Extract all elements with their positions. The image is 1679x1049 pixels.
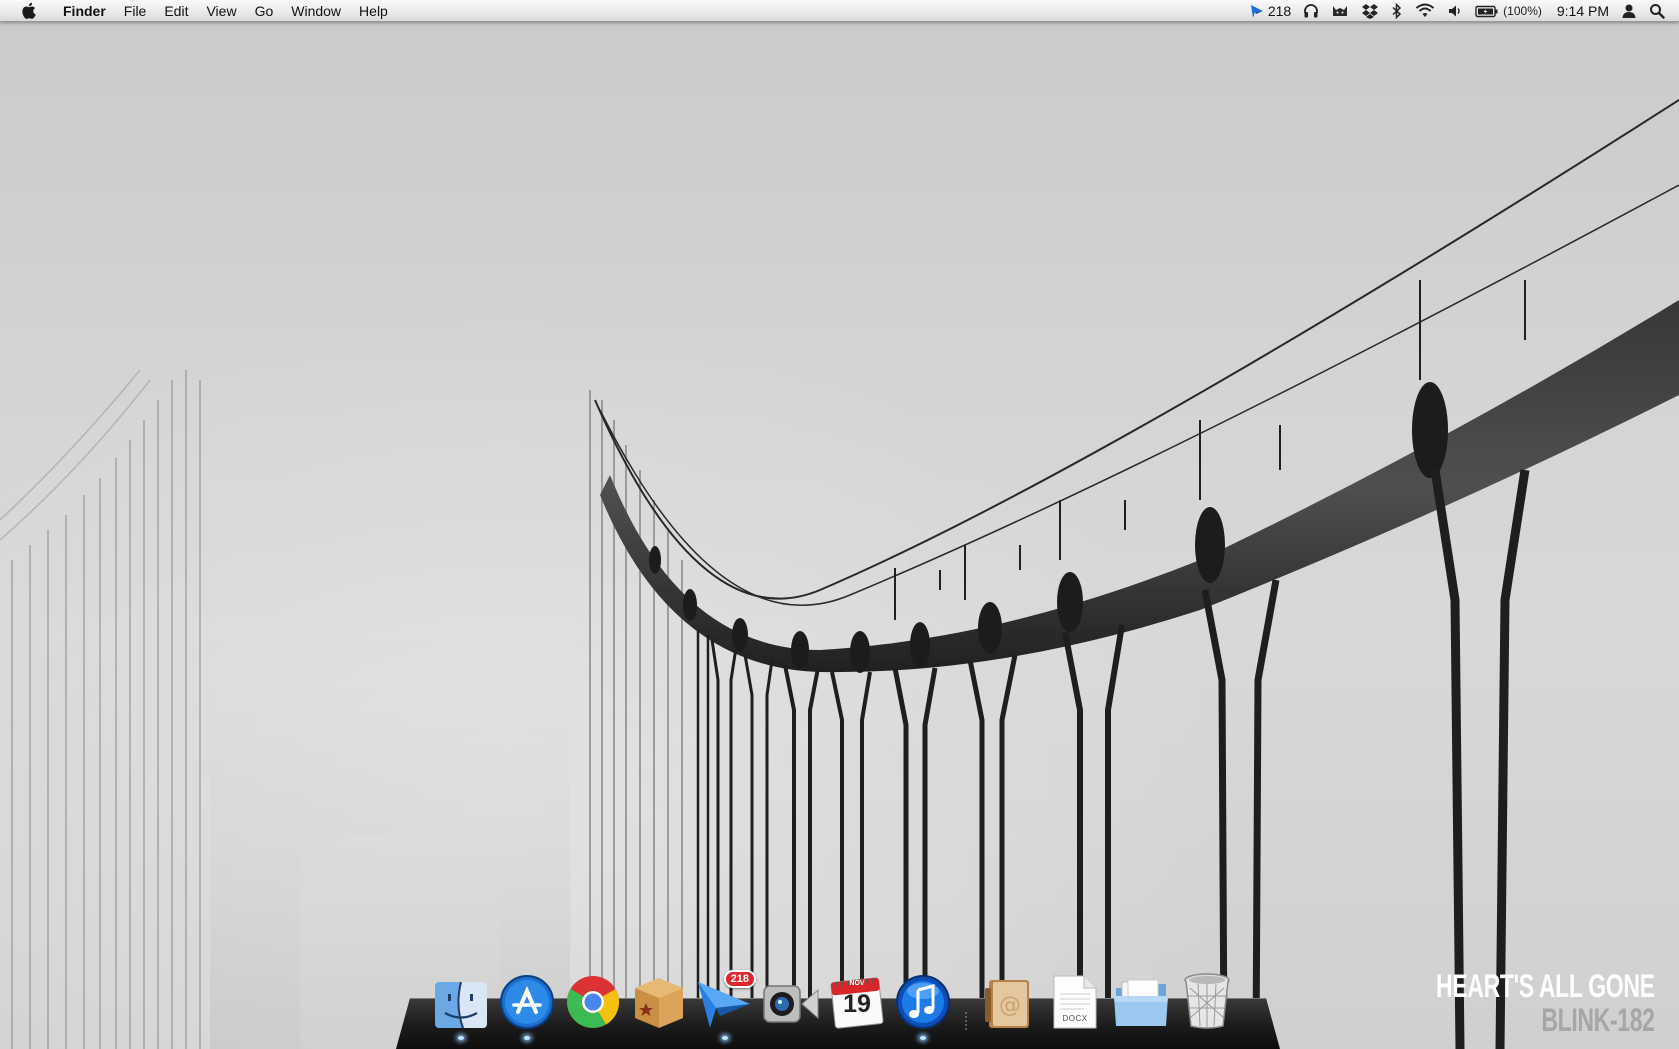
headphones-icon: [1304, 4, 1319, 18]
menu-bar: Finder File Edit View Go Window Help 218: [0, 0, 1679, 22]
foggy-bridge-photo: [0, 0, 1679, 1049]
app-store-icon: [500, 975, 554, 1029]
cat-icon: [1333, 6, 1348, 16]
address-book-icon: @: [985, 980, 1029, 1028]
dock-item-address-book[interactable]: @: [980, 970, 1038, 1030]
wifi-status-item[interactable]: [1409, 0, 1441, 22]
dock-item-finder[interactable]: [432, 970, 490, 1040]
headphones-status-item[interactable]: [1297, 0, 1325, 22]
spotlight-icon: [1650, 4, 1665, 19]
calendar-month: NOV: [849, 980, 865, 987]
dock-item-facetime[interactable]: [762, 970, 820, 1030]
clock-status-item[interactable]: 9:14 PM: [1548, 0, 1615, 22]
calendar-day: 19: [843, 990, 871, 1018]
menu-help[interactable]: Help: [350, 0, 397, 22]
trash-icon: [1184, 973, 1230, 1029]
menu-app-name[interactable]: Finder: [54, 0, 115, 22]
itunes-running-indicator: [920, 1036, 926, 1040]
dock-item-app-store[interactable]: [498, 970, 556, 1040]
battery-icon: [1475, 5, 1498, 18]
bluetooth-icon: [1392, 3, 1402, 19]
sparrow-running-indicator: [722, 1036, 728, 1040]
dock-item-itunes[interactable]: [894, 970, 952, 1040]
mail-count: 218: [1267, 3, 1292, 19]
desktop-wallpaper: [0, 0, 1679, 1049]
sparrow-unread-badge: 218: [723, 970, 756, 988]
clock: 9:14 PM: [1556, 3, 1609, 19]
dock-item-sparrow[interactable]: 218: [696, 970, 756, 1040]
facetime-icon: [763, 985, 819, 1023]
finder-icon: [435, 981, 487, 1029]
app-store-running-indicator: [524, 1036, 530, 1040]
dropbox-status-item[interactable]: [1355, 0, 1385, 22]
dropbox-icon: [1362, 4, 1379, 19]
dock-item-folder[interactable]: [1112, 970, 1170, 1030]
apple-menu-icon[interactable]: [18, 1, 38, 21]
spotlight-status-item[interactable]: [1643, 0, 1679, 22]
dock: 218 NOV 19 @ DOCX: [432, 964, 1244, 1040]
box-star-icon: [635, 978, 683, 1028]
user-status-item[interactable]: [1615, 0, 1643, 22]
wallpaper-caption: HEART'S ALL GONE BLINK-182: [1436, 970, 1655, 1036]
user-icon: [1622, 4, 1636, 18]
docx-label: DOCX: [1062, 1014, 1088, 1023]
itunes-icon: [896, 975, 950, 1029]
chrome-icon: [567, 976, 619, 1028]
menu-go[interactable]: Go: [246, 0, 283, 22]
sparrow-status-item[interactable]: 218: [1243, 0, 1297, 22]
finder-running-indicator: [458, 1036, 464, 1040]
menu-file[interactable]: File: [115, 0, 156, 22]
menu-edit[interactable]: Edit: [155, 0, 197, 22]
dock-item-docx[interactable]: DOCX: [1046, 970, 1104, 1030]
bluetooth-status-item[interactable]: [1385, 0, 1409, 22]
menu-view[interactable]: View: [197, 0, 245, 22]
wallpaper-caption-line2: BLINK-182: [1541, 1002, 1656, 1038]
dock-item-library[interactable]: [630, 970, 688, 1030]
dock-separator[interactable]: [960, 970, 972, 1030]
dock-item-ical[interactable]: NOV 19: [828, 970, 886, 1030]
svg-text:@: @: [999, 993, 1021, 1018]
wifi-icon: [1416, 3, 1435, 17]
dock-item-chrome[interactable]: [564, 970, 622, 1030]
folder-icon: [1114, 979, 1168, 1026]
battery-status-item[interactable]: (100%): [1469, 0, 1548, 22]
battery-percentage: (100%): [1503, 4, 1542, 18]
cat-status-item[interactable]: [1325, 0, 1355, 22]
volume-status-item[interactable]: [1441, 0, 1469, 22]
wallpaper-caption-line1: HEART'S ALL GONE: [1436, 968, 1655, 1004]
dock-item-trash[interactable]: [1178, 970, 1236, 1030]
sparrow-mail-icon: [1250, 5, 1263, 18]
menu-window[interactable]: Window: [282, 0, 350, 22]
volume-icon: [1449, 5, 1460, 17]
